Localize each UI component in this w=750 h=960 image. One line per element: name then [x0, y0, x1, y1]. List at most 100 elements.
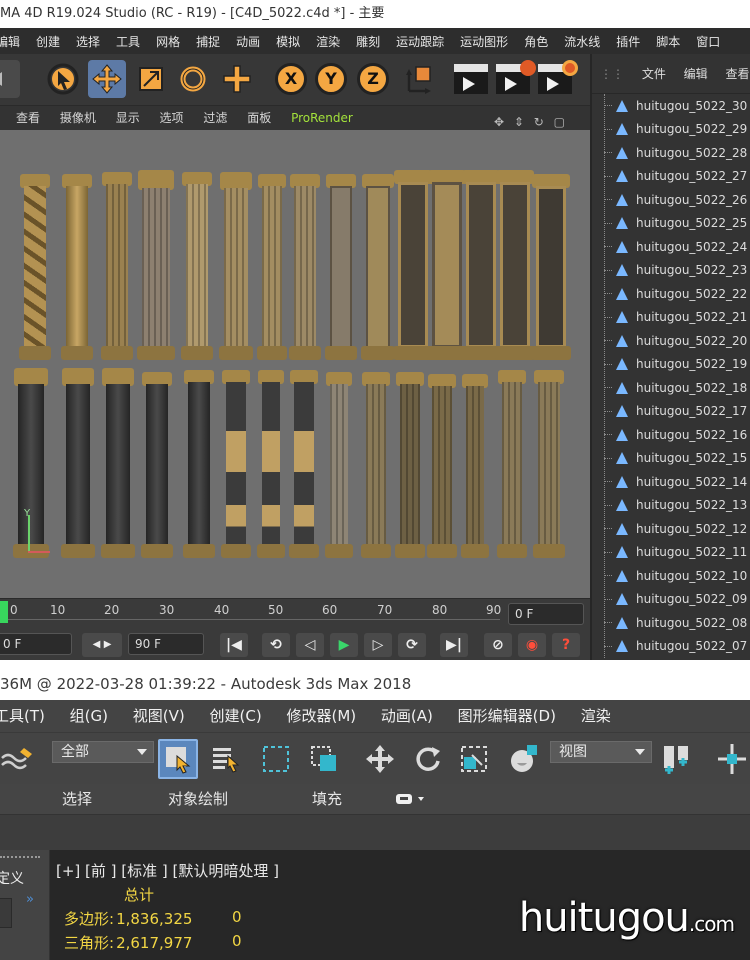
y-axis-lock-button[interactable]: Y: [312, 60, 350, 98]
column-model-dark-a[interactable]: [13, 368, 49, 558]
object-tab-file[interactable]: 文件: [642, 67, 666, 81]
select-by-name-button[interactable]: [206, 739, 246, 779]
object-list-item[interactable]: huitugou_5022_24: [604, 235, 750, 259]
column-model-dark-c[interactable]: [101, 368, 135, 558]
timeline-playhead[interactable]: [0, 601, 8, 623]
max-menu-tools[interactable]: 工具(T): [0, 707, 45, 725]
live-select-button[interactable]: [44, 60, 82, 98]
object-list-item[interactable]: huitugou_5022_09: [604, 588, 750, 612]
record-button[interactable]: ◉: [518, 633, 546, 657]
max-menu-graph-editors[interactable]: 图形编辑器(D): [458, 707, 556, 725]
column-model-thin-b[interactable]: [361, 372, 391, 558]
max-menu-create[interactable]: 创建(C): [210, 707, 262, 725]
c4d-menu-animate[interactable]: 动画: [236, 33, 260, 50]
c4d-menu-create[interactable]: 创建: [36, 33, 60, 50]
column-model-thin-e[interactable]: [461, 374, 489, 558]
bind-space-warp-button[interactable]: [0, 739, 38, 779]
viewport-menu-prorender[interactable]: ProRender: [291, 111, 353, 125]
c4d-menu-sculpt[interactable]: 雕刻: [356, 33, 380, 50]
viewport-menu-options[interactable]: 选项: [160, 111, 184, 125]
select-and-move-button[interactable]: [360, 739, 400, 779]
prev-frame-button[interactable]: ◁: [296, 633, 324, 657]
object-list-item[interactable]: huitugou_5022_23: [604, 259, 750, 283]
column-model-banded-b[interactable]: [257, 370, 285, 558]
c4d-menu-mograph[interactable]: 运动图形: [460, 33, 508, 50]
column-model-thin-c[interactable]: [395, 372, 425, 558]
column-model-square-d[interactable]: [495, 170, 535, 360]
object-list-item[interactable]: huitugou_5022_30: [604, 94, 750, 118]
pivot-center-button[interactable]: [656, 739, 696, 779]
window-crossing-button[interactable]: [304, 739, 344, 779]
transform-tool-button[interactable]: [218, 60, 256, 98]
object-list-item[interactable]: huitugou_5022_07: [604, 635, 750, 659]
column-model-thin-a[interactable]: [325, 372, 353, 558]
column-model-dark-e[interactable]: [183, 370, 215, 558]
column-model-thin-f[interactable]: [497, 370, 527, 558]
object-list-item[interactable]: huitugou_5022_22: [604, 282, 750, 306]
object-list-item[interactable]: huitugou_5022_18: [604, 376, 750, 400]
column-model-thin-g[interactable]: [533, 370, 565, 558]
object-list-item[interactable]: huitugou_5022_19: [604, 353, 750, 377]
object-tab-view[interactable]: 查看: [726, 67, 750, 81]
column-model-square-b[interactable]: [427, 170, 467, 360]
x-axis-lock-button[interactable]: X: [272, 60, 310, 98]
ribbon-tab-object-paint[interactable]: 对象绘制: [168, 784, 228, 814]
column-model-fluted-c[interactable]: [257, 174, 287, 360]
current-frame-field[interactable]: 0 F: [508, 603, 584, 625]
record-disabled-button[interactable]: ⊘: [484, 633, 512, 657]
select-and-scale-button[interactable]: [454, 739, 494, 779]
object-list-item[interactable]: huitugou_5022_16: [604, 423, 750, 447]
viewport-nav-icons[interactable]: ✥ ⇕ ↻ ▢: [494, 110, 568, 130]
autokey-button[interactable]: ?: [552, 633, 580, 657]
column-model-banded-a[interactable]: [221, 370, 251, 558]
max-menu-animation[interactable]: 动画(A): [381, 707, 433, 725]
column-model-fluted-d[interactable]: [289, 174, 321, 360]
object-list-item[interactable]: huitugou_5022_17: [604, 400, 750, 424]
c4d-menu-mesh[interactable]: 网格: [156, 33, 180, 50]
object-tab-edit[interactable]: 编辑: [684, 67, 708, 81]
column-model-fluted-a[interactable]: [181, 172, 213, 360]
render-settings-button[interactable]: [536, 60, 578, 98]
frame-range-slider[interactable]: ◀ ▶: [82, 633, 122, 657]
c4d-menu-edit[interactable]: 编辑: [0, 33, 20, 50]
go-to-start-button[interactable]: |◀: [220, 633, 248, 657]
viewport-menu-camera[interactable]: 摄像机: [60, 111, 96, 125]
column-model-plain[interactable]: [101, 172, 133, 360]
object-list-item[interactable]: huitugou_5022_25: [604, 212, 750, 236]
c4d-menu-snap[interactable]: 捕捉: [196, 33, 220, 50]
c4d-menu-tools[interactable]: 工具: [116, 33, 140, 50]
ribbon-tab-populate[interactable]: 填充: [312, 784, 342, 814]
next-frame-button[interactable]: ▷: [364, 633, 392, 657]
scene-explorer-scroll[interactable]: [0, 898, 12, 928]
c4d-menu-select[interactable]: 选择: [76, 33, 100, 50]
max-menu-modifiers[interactable]: 修改器(M): [286, 707, 356, 725]
object-list-item[interactable]: huitugou_5022_26: [604, 188, 750, 212]
ribbon-tab-selection[interactable]: 选择: [62, 784, 92, 814]
object-list-item[interactable]: huitugou_5022_12: [604, 517, 750, 541]
column-model-corinthian[interactable]: [137, 170, 175, 360]
column-model-thin-d[interactable]: [427, 374, 457, 558]
timeline-track[interactable]: [0, 619, 500, 620]
object-list-item[interactable]: huitugou_5022_28: [604, 141, 750, 165]
go-to-end-button[interactable]: ▶|: [440, 633, 468, 657]
object-list-item[interactable]: huitugou_5022_29: [604, 118, 750, 142]
start-frame-field[interactable]: 0 F: [0, 633, 72, 655]
column-model-banded-c[interactable]: [289, 370, 319, 558]
c4d-menu-plugins[interactable]: 插件: [616, 33, 640, 50]
play-button[interactable]: ▶: [330, 633, 358, 657]
object-list-item[interactable]: huitugou_5022_13: [604, 494, 750, 518]
prev-key-button[interactable]: ⟲: [262, 633, 290, 657]
z-axis-lock-button[interactable]: Z: [354, 60, 392, 98]
max-menu-rendering[interactable]: 渲染: [581, 707, 611, 725]
c4d-menu-simulate[interactable]: 模拟: [276, 33, 300, 50]
object-list-item[interactable]: huitugou_5022_08: [604, 611, 750, 635]
rectangular-selection-button[interactable]: [256, 739, 296, 779]
select-and-rotate-button[interactable]: [408, 739, 448, 779]
object-list-item[interactable]: huitugou_5022_21: [604, 306, 750, 330]
c4d-viewport[interactable]: Y: [0, 130, 590, 598]
coordinate-system-button[interactable]: [400, 60, 438, 98]
viewport-menu-view[interactable]: 查看: [16, 111, 40, 125]
column-model-pilaster-b[interactable]: [361, 174, 395, 360]
c4d-timeline[interactable]: 0 10 20 30 40 50 60 70 80 90 0 F: [0, 598, 590, 628]
next-key-button[interactable]: ⟳: [398, 633, 426, 657]
